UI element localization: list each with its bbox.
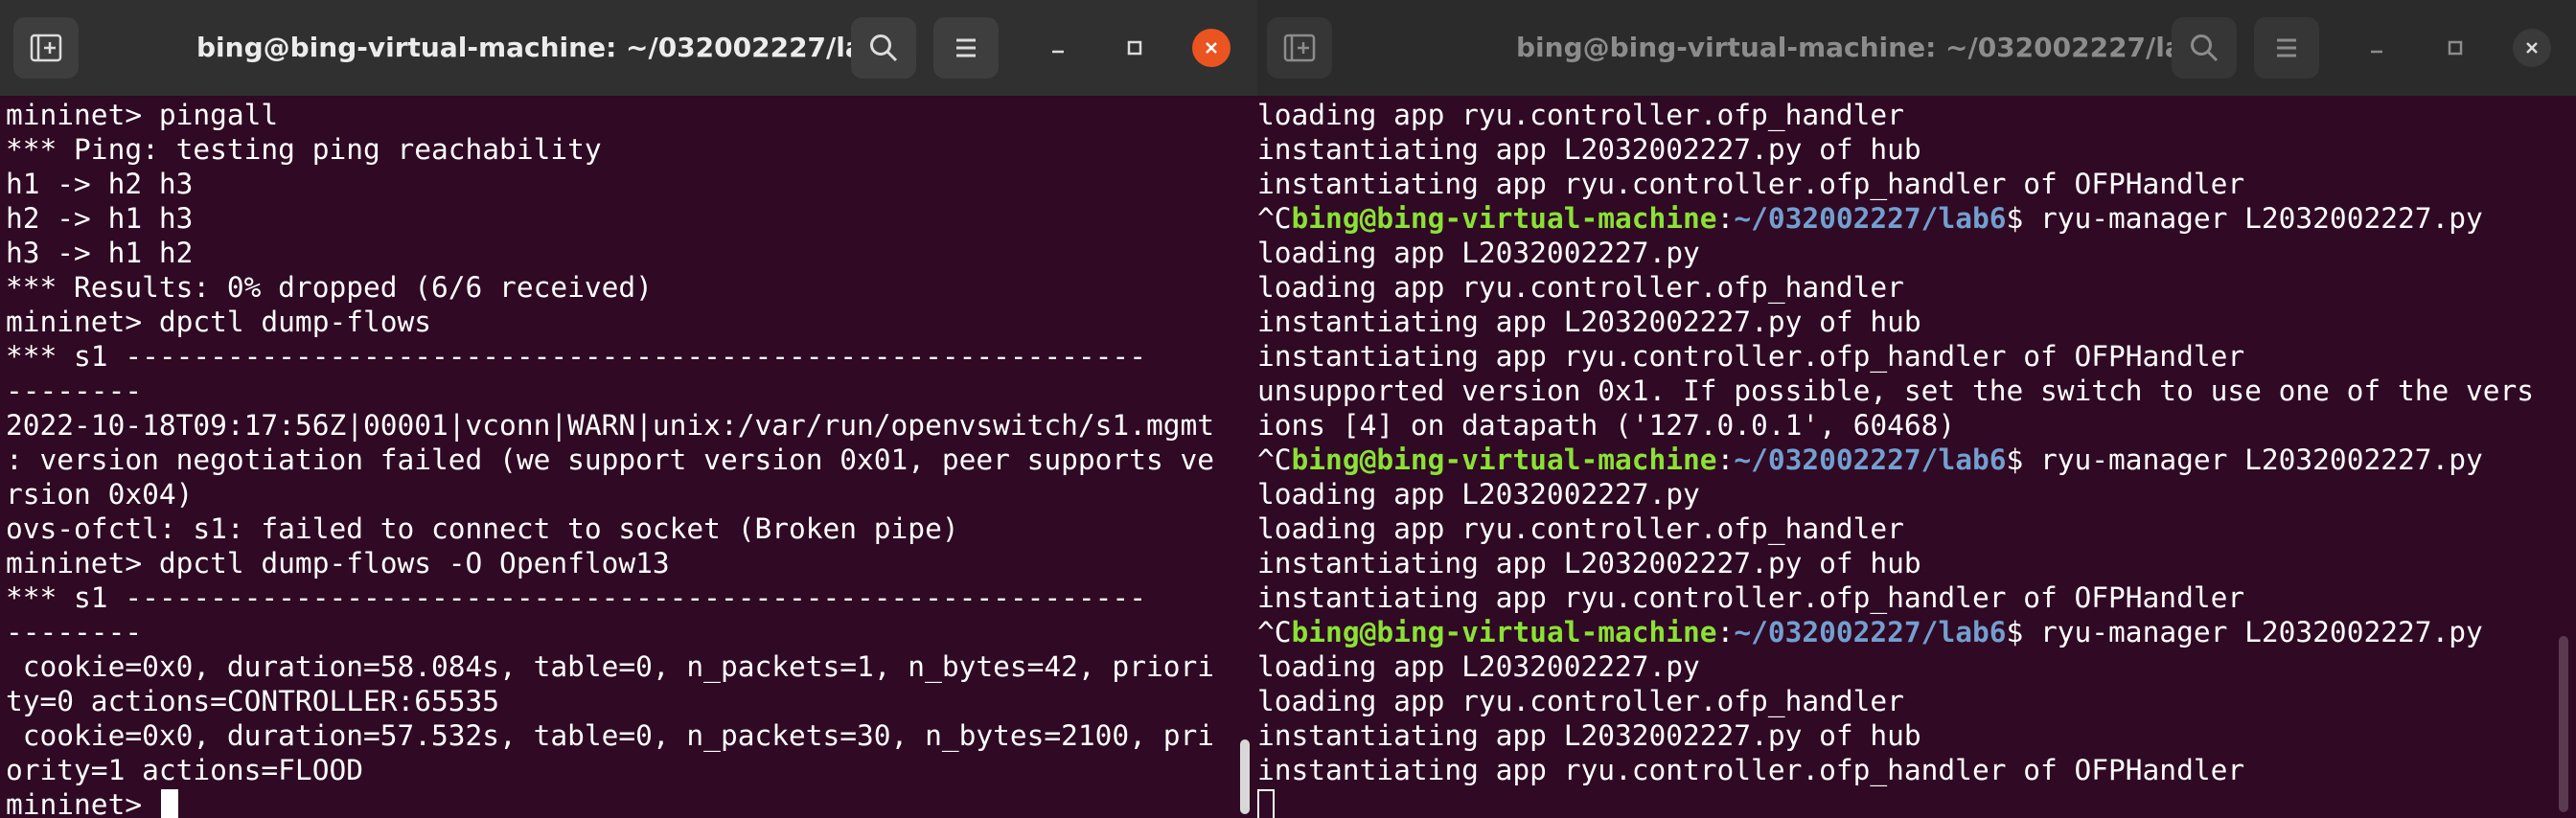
terminal-line: loading app L2032002227.py — [1257, 237, 1700, 269]
right-terminal-output[interactable]: loading app ryu.controller.ofp_handler in… — [1257, 96, 2576, 818]
right-search-button[interactable] — [2172, 17, 2237, 79]
left-terminal-window[interactable]: bing@bing-virtual-machine: ~/032002227/l… — [0, 0, 1257, 818]
terminal-line: 2022-10-18T09:17:56Z|00001|vconn|WARN|un… — [6, 409, 1214, 442]
prompt-dir: ~/032002227/lab6 — [1734, 443, 2007, 476]
prompt-sep: : — [1716, 616, 1735, 648]
terminal-line: h2 -> h1 h3 — [6, 202, 194, 235]
maximize-icon — [1127, 40, 1142, 56]
terminal-line: loading app L2032002227.py — [1257, 478, 1700, 511]
terminal-line: instantiating app ryu.controller.ofp_han… — [1257, 581, 2245, 614]
left-search-button[interactable] — [851, 17, 916, 79]
terminal-cursor — [161, 789, 178, 818]
close-icon — [2526, 42, 2538, 54]
terminal-line: loading app ryu.controller.ofp_handler — [1257, 685, 1904, 717]
prompt-cmd: $ ryu-manager L2032002227.py — [2006, 616, 2483, 648]
terminal-line: mininet> dpctl dump-flows -O Openflow13 — [6, 547, 670, 579]
terminal-line: cookie=0x0, duration=57.532s, table=0, n… — [6, 719, 1214, 752]
minimize-icon — [1052, 50, 1064, 54]
right-maximize-button[interactable] — [2436, 29, 2474, 67]
prompt-cmd: $ ryu-manager L2032002227.py — [2006, 443, 2483, 476]
right-terminal-window[interactable]: bing@bing-virtual-machine: ~/032002227/l… — [1257, 0, 2576, 818]
terminal-line: mininet> — [6, 788, 159, 818]
prompt-user: bing@bing-virtual-machine — [1291, 443, 1717, 476]
prompt-pre: ^C — [1257, 443, 1292, 476]
prompt-sep: : — [1716, 202, 1735, 235]
terminal-line: ority=1 actions=FLOOD — [6, 754, 363, 786]
new-tab-icon — [30, 34, 62, 62]
right-window-title: bing@bing-virtual-machine: ~/032002227/l… — [1516, 32, 2221, 63]
terminal-line: *** s1 ---------------------------------… — [6, 581, 1146, 614]
prompt-cmd: $ ryu-manager L2032002227.py — [2006, 202, 2483, 235]
terminal-line: mininet> pingall — [6, 99, 279, 131]
terminal-line: ions [4] on datapath ('127.0.0.1', 60468… — [1257, 409, 1956, 442]
right-titlebar[interactable]: bing@bing-virtual-machine: ~/032002227/l… — [1257, 0, 2576, 96]
new-tab-icon — [1283, 34, 1316, 62]
terminal-line: instantiating app L2032002227.py of hub — [1257, 719, 1921, 752]
terminal-line: instantiating app ryu.controller.ofp_han… — [1257, 340, 2245, 373]
terminal-line: *** s1 ---------------------------------… — [6, 340, 1146, 373]
prompt-pre: ^C — [1257, 202, 1292, 235]
left-scrollbar-thumb[interactable] — [1240, 739, 1250, 814]
terminal-line: instantiating app L2032002227.py of hub — [1257, 133, 1921, 166]
terminal-line: h3 -> h1 h2 — [6, 237, 194, 269]
terminal-line: mininet> dpctl dump-flows — [6, 306, 432, 338]
left-minimize-button[interactable] — [1039, 29, 1077, 67]
terminal-line: h1 -> h2 h3 — [6, 168, 194, 200]
search-icon — [2191, 34, 2219, 62]
terminal-line: instantiating app L2032002227.py of hub — [1257, 547, 1921, 579]
terminal-line: loading app ryu.controller.ofp_handler — [1257, 512, 1904, 545]
terminal-line: loading app L2032002227.py — [1257, 650, 1700, 683]
terminal-line: instantiating app L2032002227.py of hub — [1257, 306, 1921, 338]
prompt-user: bing@bing-virtual-machine — [1291, 202, 1717, 235]
hamburger-menu-icon — [956, 38, 976, 57]
terminal-line: unsupported version 0x1. If possible, se… — [1257, 375, 2535, 407]
close-icon — [1206, 42, 1217, 54]
left-new-tab-button[interactable] — [13, 17, 79, 79]
terminal-line: loading app ryu.controller.ofp_handler — [1257, 99, 1904, 131]
terminal-line: ovs-ofctl: s1: failed to connect to sock… — [6, 512, 959, 545]
terminal-line: cookie=0x0, duration=58.084s, table=0, n… — [6, 650, 1214, 683]
terminal-line: ty=0 actions=CONTROLLER:65535 — [6, 685, 500, 717]
hamburger-menu-icon — [2277, 38, 2296, 57]
prompt-sep: : — [1716, 443, 1735, 476]
left-terminal-output[interactable]: mininet> pingall *** Ping: testing ping r… — [0, 96, 1257, 818]
terminal-line: -------- — [6, 375, 143, 407]
minimize-icon — [2371, 50, 2382, 54]
search-icon — [870, 34, 898, 62]
terminal-line: : version negotiation failed (we support… — [6, 443, 1214, 476]
terminal-cursor — [1257, 789, 1275, 818]
right-menu-button[interactable] — [2254, 17, 2319, 79]
terminal-line: rsion 0x04) — [6, 478, 194, 511]
right-scrollbar-thumb[interactable] — [2559, 636, 2568, 812]
left-menu-button[interactable] — [933, 17, 999, 79]
prompt-line: ^Cbing@bing-virtual-machine:~/032002227/… — [1257, 443, 2483, 477]
left-window-title: bing@bing-virtual-machine: ~/032002227/l… — [196, 32, 902, 63]
prompt-line: ^Cbing@bing-virtual-machine:~/032002227/… — [1257, 201, 2483, 236]
right-new-tab-button[interactable] — [1267, 17, 1332, 79]
right-minimize-button[interactable] — [2358, 29, 2396, 67]
terminal-line: instantiating app ryu.controller.ofp_han… — [1257, 754, 2245, 786]
maximize-icon — [2448, 40, 2463, 56]
right-close-button[interactable] — [2513, 29, 2551, 67]
left-titlebar[interactable]: bing@bing-virtual-machine: ~/032002227/l… — [0, 0, 1257, 96]
left-maximize-button[interactable] — [1116, 29, 1154, 67]
terminal-line: *** Ping: testing ping reachability — [6, 133, 602, 166]
prompt-pre: ^C — [1257, 616, 1292, 648]
prompt-user: bing@bing-virtual-machine — [1291, 616, 1717, 648]
prompt-line: ^Cbing@bing-virtual-machine:~/032002227/… — [1257, 615, 2483, 649]
terminal-line: loading app ryu.controller.ofp_handler — [1257, 271, 1904, 304]
terminal-line: instantiating app ryu.controller.ofp_han… — [1257, 168, 2245, 200]
prompt-dir: ~/032002227/lab6 — [1734, 202, 2007, 235]
terminal-line: *** Results: 0% dropped (6/6 received) — [6, 271, 653, 304]
terminal-line: -------- — [6, 616, 143, 648]
left-close-button[interactable] — [1192, 29, 1230, 67]
prompt-dir: ~/032002227/lab6 — [1734, 616, 2007, 648]
